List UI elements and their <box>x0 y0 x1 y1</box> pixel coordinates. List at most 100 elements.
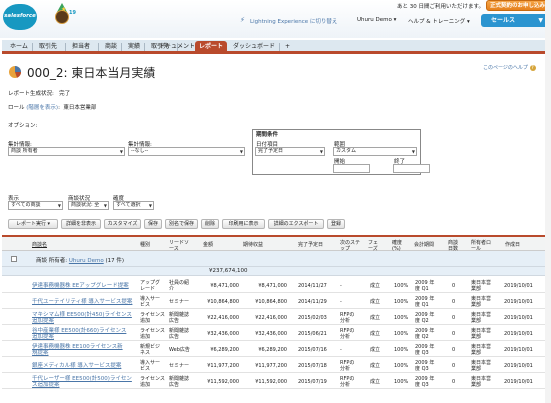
printable-view-button[interactable]: 印刷用に表示 <box>222 219 265 229</box>
age-cell: 0 <box>452 347 456 353</box>
table-row: マキシマム様 EE500(計450)ライセンス 追加提案 ライセンス 追加 新聞雑誌… <box>2 310 549 325</box>
group-owner-link[interactable]: Uhuru Demo <box>69 258 104 264</box>
help-icon: ? <box>529 64 536 71</box>
next-step-cell: - <box>340 347 342 353</box>
delete-button[interactable]: 削除 <box>201 219 219 229</box>
expected-revenue-cell: ¥11,977,200 <box>255 363 287 369</box>
tab-reports[interactable]: レポート <box>195 41 228 53</box>
lead-source-cell: 新聞雑誌 広告 <box>169 376 190 388</box>
chevron-down-icon: ▼ <box>57 203 61 208</box>
amount-cell: ¥11,977,200 <box>207 363 239 369</box>
show-select[interactable]: すべての商談 ▼ <box>8 201 63 210</box>
chevron-down-icon: ▼ <box>239 149 243 154</box>
fiscal-period-cell: 2009 年 度 Q1 <box>415 296 435 308</box>
date-field-select[interactable]: 完了予定日 ▼ <box>255 147 325 156</box>
tab-dashboards[interactable]: ダッシュボード <box>229 41 279 53</box>
stage-cell: 成立 <box>370 379 381 385</box>
opportunity-name-link[interactable]: 伊達事務機器株 EEアップグレード提案 <box>32 283 138 289</box>
col-amount[interactable]: 金額 <box>203 242 213 248</box>
fiscal-period-cell: 2009 年 度 Q3 <box>415 360 435 372</box>
probability-cell: 100% <box>394 299 409 305</box>
age-cell: 0 <box>452 315 456 321</box>
tab-add-button[interactable]: + <box>281 41 294 53</box>
opportunity-name-link[interactable]: 銀座メディカル様 導入サービス提案 <box>32 363 138 369</box>
col-expected-revenue[interactable]: 期待収益 <box>243 242 263 248</box>
owner-role-cell: 東日本営 業部 <box>471 296 492 308</box>
close-date-cell: 2015/02/03 <box>298 315 327 321</box>
probability-cell: 100% <box>394 347 409 353</box>
report-icon <box>9 66 22 78</box>
subscribe-report-button[interactable]: 登録 <box>327 219 345 229</box>
tab-contacts[interactable]: 担当者 <box>68 41 94 53</box>
vertical-scrollbar[interactable] <box>545 0 551 403</box>
table-row: 伊達事務機器株 EEアップグレード提案 アップグ レード 社員の紹 介 ¥8,471,… <box>2 278 549 293</box>
tab-results[interactable]: 実績 <box>124 41 144 53</box>
summary1-select[interactable]: 商談 所有者 ▼ <box>8 147 125 156</box>
next-step-cell: - <box>340 299 342 305</box>
fiscal-period-cell: 2009 年 度 Q3 <box>415 344 435 356</box>
amount-cell: ¥32,436,000 <box>207 331 239 337</box>
amount-cell: ¥6,289,200 <box>210 347 239 353</box>
tab-opportunities[interactable]: 商談 <box>101 41 121 53</box>
created-date-cell: 2019/10/01 <box>504 315 533 321</box>
hide-details-button[interactable]: 詳細を非表示 <box>61 219 101 229</box>
user-menu[interactable]: Uhuru Demo ▾ <box>357 17 396 23</box>
owner-role-cell: 東日本営 業部 <box>471 360 492 372</box>
summary2-select[interactable]: --なし-- ▼ <box>128 147 245 156</box>
role-info: ロール (階層を表示): 東日本営業部 <box>8 105 97 111</box>
tab-documents[interactable]: ドキュメント <box>155 41 199 53</box>
release-mascot-icon: ★ <box>52 3 70 27</box>
col-opportunity-name[interactable]: 商談名 <box>32 242 47 248</box>
created-date-cell: 2019/10/01 <box>504 379 533 385</box>
chevron-down-icon: ▼ <box>411 149 415 154</box>
customize-button[interactable]: カスタマイズ <box>104 219 141 229</box>
show-hierarchy-link[interactable]: (階層を表示) <box>26 105 58 111</box>
owner-role-cell: 東日本営 業部 <box>471 344 492 356</box>
col-type[interactable]: 種別 <box>140 242 150 248</box>
opportunity-name-link[interactable]: 伊達事務機器株 EE100ライセンス新 規提案 <box>32 344 138 356</box>
save-button[interactable]: 保存 <box>144 219 162 229</box>
expected-revenue-cell: ¥32,436,000 <box>255 331 287 337</box>
table-row: 銀座メディカル様 導入サービス提案 導入サー ビス セミナー ¥11,977,200 ¥… <box>2 358 549 373</box>
lead-source-cell: 新聞雑誌 広告 <box>169 312 190 324</box>
table-row: 伊達事務機器株 EE100ライセンス新 規提案 新規ビジ ネス Web広告 ¥6,28… <box>2 342 549 357</box>
range-select[interactable]: カスタム ▼ <box>333 147 417 156</box>
tab-home[interactable]: ホーム <box>6 41 32 53</box>
age-cell: 0 <box>452 331 456 337</box>
stage-select[interactable]: 商談状況: 全 ▼ <box>68 201 109 210</box>
app-switcher[interactable]: セールス ▼ <box>481 14 549 27</box>
chevron-down-icon: ▼ <box>119 149 123 154</box>
stage-cell: 成立 <box>370 331 381 337</box>
run-report-button[interactable]: レポート実行 ▾ <box>8 219 58 229</box>
col-created-date[interactable]: 作成日 <box>505 242 520 248</box>
page-help-link[interactable]: このページのヘルプ ? <box>483 64 536 71</box>
next-step-cell: RFPの 分析 <box>340 312 355 324</box>
next-step-cell: RFPの 分析 <box>340 376 355 388</box>
amount-cell: ¥10,864,800 <box>207 299 239 305</box>
opportunity-name-link[interactable]: 千代レーザー様 EE500(計500)ライセン ス追加提案 <box>32 376 138 388</box>
stage-cell: 成立 <box>370 347 381 353</box>
type-cell: ライセンス 追加 <box>140 328 165 340</box>
opportunity-name-link[interactable]: 千代ユーテイリティ様 導入サービス提案 <box>32 299 138 305</box>
chevron-down-icon: ▼ <box>538 17 543 24</box>
created-date-cell: 2019/10/01 <box>504 331 533 337</box>
end-date-input[interactable] <box>393 164 430 173</box>
page-title: 000_2: 東日本当月実績 <box>27 66 156 80</box>
salesforce-logo[interactable]: salesforce <box>3 4 37 30</box>
tab-accounts[interactable]: 取引先 <box>35 41 61 53</box>
start-date-input[interactable] <box>333 164 370 173</box>
switch-to-lightning-link[interactable]: Lightning Experience に切り替え <box>250 17 337 25</box>
probability-select[interactable]: すべて選択 ▼ <box>113 201 154 210</box>
export-details-button[interactable]: 詳細のエクスポート <box>268 219 324 229</box>
created-date-cell: 2019/10/01 <box>504 347 533 353</box>
lead-source-cell: セミナー <box>169 363 190 369</box>
help-training-menu[interactable]: ヘルプ & トレーニング ▾ <box>408 17 470 25</box>
col-close-date[interactable]: 完了予定日 <box>298 242 323 248</box>
probability-cell: 100% <box>394 379 409 385</box>
save-as-button[interactable]: 別名で保存 <box>165 219 198 229</box>
col-fiscal-period[interactable]: 会計期間 <box>414 242 434 248</box>
opportunity-name-link[interactable]: マキシマム様 EE500(計450)ライセンス 追加提案 <box>32 312 138 324</box>
group-expand-checkbox[interactable] <box>11 256 17 262</box>
opportunity-name-link[interactable]: 谷中産業様 EE500(計660)ライセンス 追加提案 <box>32 328 138 340</box>
subscribe-button[interactable]: 正式契約のお申し込み <box>486 0 549 11</box>
